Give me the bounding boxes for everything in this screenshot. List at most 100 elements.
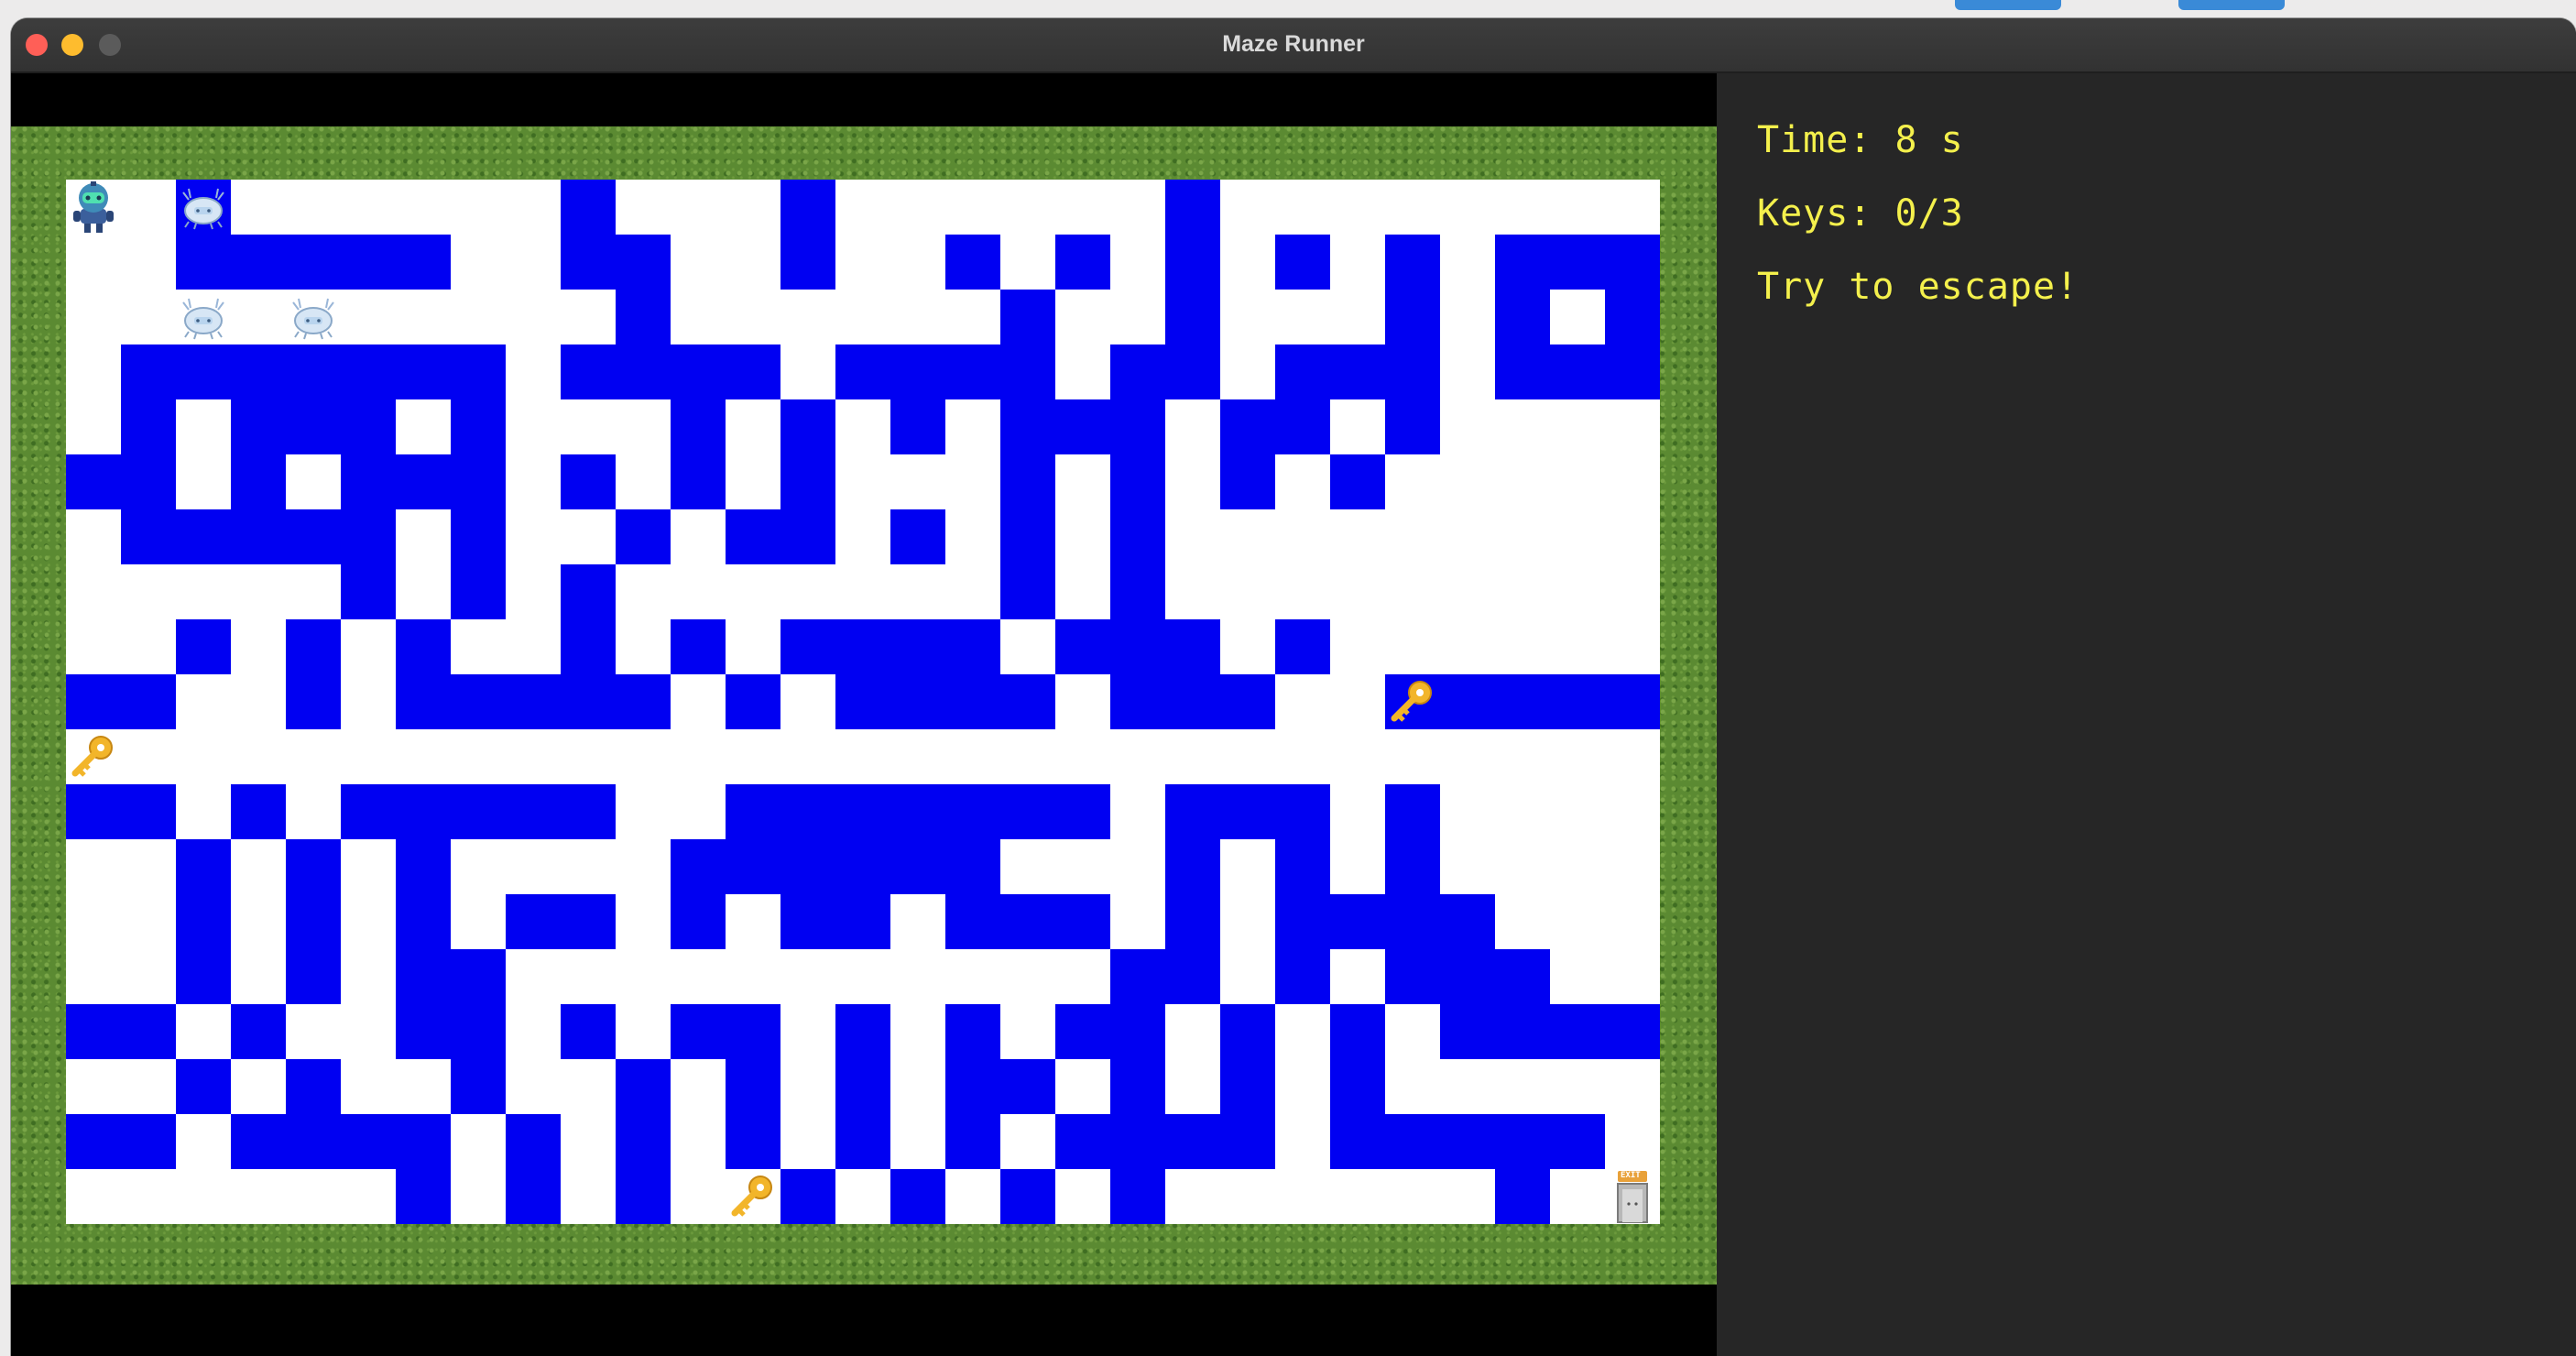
maze-wall — [176, 235, 231, 290]
maze-wall — [231, 454, 286, 509]
maze-wall — [1275, 344, 1330, 399]
game-viewport: EXIT — [11, 73, 1717, 1356]
maze-wall — [616, 1059, 671, 1114]
maze-wall — [231, 784, 286, 839]
maze-wall — [780, 509, 835, 564]
maze-wall — [341, 564, 396, 619]
maze-wall — [1330, 1004, 1385, 1059]
maze-wall — [1275, 949, 1330, 1004]
maze-wall — [1275, 235, 1330, 290]
maze-wall — [1000, 1059, 1055, 1114]
maze-wall — [1385, 1114, 1440, 1169]
maze-wall — [1220, 399, 1275, 454]
maze-wall — [780, 235, 835, 290]
maze-wall — [1495, 674, 1550, 729]
maze-wall — [1055, 784, 1110, 839]
maze-wall — [1385, 399, 1440, 454]
key-icon — [1385, 674, 1440, 729]
maze-wall — [1220, 1114, 1275, 1169]
maze-wall — [1495, 344, 1550, 399]
maze-wall — [945, 784, 1000, 839]
maze-wall — [1165, 180, 1220, 235]
maze-wall — [835, 1114, 890, 1169]
maze-wall — [1165, 619, 1220, 674]
ghost-crab-icon — [286, 290, 341, 344]
maze-wall — [1000, 344, 1055, 399]
maze-wall — [890, 509, 945, 564]
maze-wall — [835, 1059, 890, 1114]
maze-wall — [1165, 949, 1220, 1004]
ghost-crab-icon — [176, 290, 231, 344]
maze-wall — [121, 399, 176, 454]
maze-wall — [1165, 839, 1220, 894]
background-window-tab — [2178, 0, 2285, 10]
maze-wall — [1275, 784, 1330, 839]
key-icon — [726, 1169, 780, 1224]
robot-icon — [66, 180, 121, 235]
maze-wall — [561, 564, 616, 619]
maze-wall — [890, 619, 945, 674]
maze-wall — [945, 1114, 1000, 1169]
maze-wall — [1165, 674, 1220, 729]
maze-wall — [1275, 894, 1330, 949]
maze-wall — [780, 839, 835, 894]
maze-wall — [451, 674, 506, 729]
maze-wall — [341, 509, 396, 564]
maze-wall — [945, 674, 1000, 729]
maze-wall — [506, 1169, 561, 1224]
maze-wall — [835, 839, 890, 894]
maze-wall — [726, 1004, 780, 1059]
maze-wall — [1055, 1004, 1110, 1059]
maze-wall — [835, 894, 890, 949]
maze-wall — [890, 784, 945, 839]
grass-border: EXIT — [11, 126, 1717, 1285]
maze-grid: EXIT — [66, 180, 1660, 1224]
maze-wall — [506, 894, 561, 949]
maze-wall — [1495, 949, 1550, 1004]
maze-wall — [121, 674, 176, 729]
maze-wall — [66, 1114, 121, 1169]
maze-wall — [1165, 784, 1220, 839]
maze-wall — [1550, 674, 1605, 729]
maze-wall — [1605, 235, 1660, 290]
maze-wall — [1440, 674, 1495, 729]
time-display: Time: 8 s — [1757, 119, 1964, 161]
maze-wall — [1440, 949, 1495, 1004]
maze-wall — [1165, 235, 1220, 290]
maze-wall — [506, 1114, 561, 1169]
maze-wall — [396, 894, 451, 949]
maze-wall — [286, 509, 341, 564]
maze-wall — [396, 674, 451, 729]
maze-wall — [671, 839, 726, 894]
maze-wall — [451, 344, 506, 399]
maze-wall — [1110, 564, 1165, 619]
maze-wall — [1385, 235, 1440, 290]
maze-wall — [451, 399, 506, 454]
maze-wall — [726, 674, 780, 729]
maze-wall — [1165, 894, 1220, 949]
maze-wall — [286, 1114, 341, 1169]
maze-wall — [945, 839, 1000, 894]
maze-wall — [890, 344, 945, 399]
maze-wall — [1000, 454, 1055, 509]
maze-wall — [1000, 784, 1055, 839]
maze-wall — [1055, 1114, 1110, 1169]
maze-wall — [780, 454, 835, 509]
maze-wall — [231, 344, 286, 399]
maze-wall — [1110, 1114, 1165, 1169]
maze-wall — [945, 344, 1000, 399]
app-window: Maze Runner EXIT Time: 8 s Keys: 0/3 Try… — [11, 18, 2576, 1356]
maze-wall — [286, 399, 341, 454]
maze-wall — [396, 454, 451, 509]
maze-wall — [1330, 1114, 1385, 1169]
maze-wall — [1385, 344, 1440, 399]
title-bar[interactable]: Maze Runner — [11, 18, 2576, 73]
maze-wall — [286, 674, 341, 729]
maze-wall — [121, 344, 176, 399]
maze-wall — [1055, 399, 1110, 454]
maze-wall — [121, 509, 176, 564]
maze-wall — [1220, 674, 1275, 729]
maze-wall — [1110, 674, 1165, 729]
maze-wall — [176, 344, 231, 399]
maze-wall — [1550, 1004, 1605, 1059]
